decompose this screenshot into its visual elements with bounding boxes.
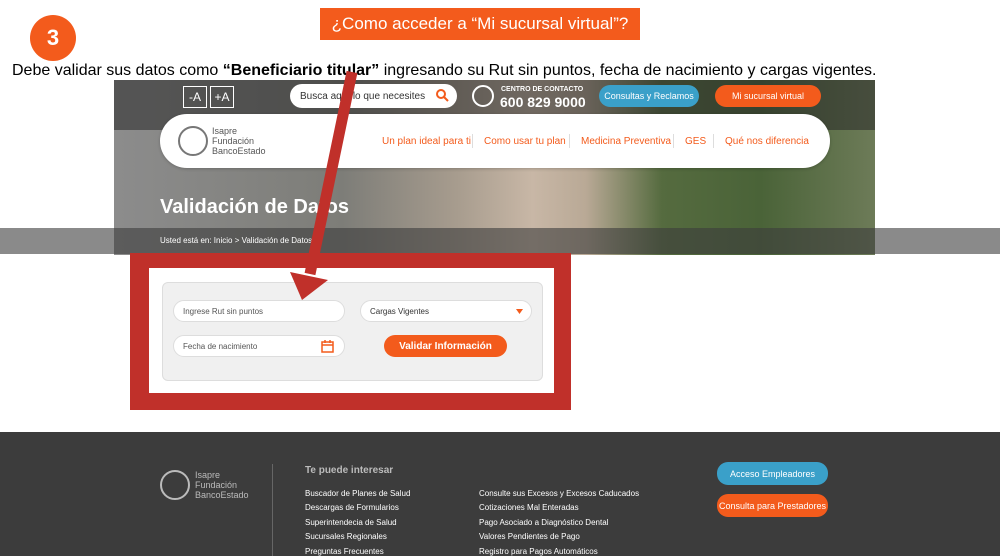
step-number-badge: 3 xyxy=(30,15,76,61)
mi-sucursal-virtual-button[interactable]: Mi sucursal virtual xyxy=(715,85,821,107)
validation-form xyxy=(162,282,543,381)
footer-link[interactable]: Descargas de Formularios xyxy=(305,503,399,512)
nav-separator xyxy=(472,134,473,148)
footer-link[interactable]: Superintendecia de Salud xyxy=(305,518,397,527)
nav-item-como-usar[interactable]: Como usar tu plan xyxy=(484,136,566,147)
search-placeholder: Busca aquí lo que necesites xyxy=(300,90,426,102)
footer-link[interactable]: Valores Pendientes de Pago xyxy=(479,532,580,541)
contact-label: CENTRO DE CONTACTO xyxy=(501,86,584,93)
font-smaller-button[interactable]: -A xyxy=(183,86,207,108)
consultas-reclamos-button[interactable]: Consultas y Reclamos xyxy=(599,85,699,107)
nav-item-medicina-preventiva[interactable]: Medicina Preventiva xyxy=(581,136,671,147)
fecha-placeholder: Fecha de nacimiento xyxy=(183,341,258,351)
footer-divider xyxy=(272,464,273,556)
slide-title: ¿Como acceder a “Mi sucursal virtual”? xyxy=(320,8,640,40)
page-title: Validación de Datos xyxy=(160,196,349,218)
footer-link[interactable]: Buscador de Planes de Salud xyxy=(305,489,410,498)
footer-link[interactable]: Consulte sus Excesos y Excesos Caducados xyxy=(479,489,639,498)
search-icon[interactable] xyxy=(435,88,449,102)
instruction-text: Debe validar sus datos como “Beneficiari… xyxy=(12,62,1000,80)
phone-icon xyxy=(472,85,494,107)
nav-item-que-nos-diferencia[interactable]: Qué nos diferencia xyxy=(725,136,809,147)
fecha-nacimiento-input[interactable]: Fecha de nacimiento xyxy=(173,335,345,357)
main-nav: Isapre Fundación BancoEstado Un plan ide… xyxy=(160,114,830,168)
footer-link[interactable]: Sucursales Regionales xyxy=(305,532,387,541)
brand-logo-icon xyxy=(178,126,208,156)
brand-line-1: Isapre xyxy=(212,126,238,136)
caret-down-icon xyxy=(516,309,523,314)
nav-separator xyxy=(569,134,570,148)
footer-link[interactable]: Registro para Pagos Automáticos xyxy=(479,547,598,556)
nav-separator xyxy=(713,134,714,148)
brand-line-3: BancoEstado xyxy=(212,146,266,156)
instruction-suffix: ingresando su Rut sin puntos, fecha de n… xyxy=(379,62,877,79)
cargas-selected-value: Cargas Vigentes xyxy=(370,306,429,316)
instruction-bold: “Beneficiario titular” xyxy=(222,62,380,79)
footer-link[interactable]: Pago Asociado a Diagnóstico Dental xyxy=(479,518,608,527)
brand-line-2: Fundación xyxy=(212,136,255,146)
footer-heading: Te puede interesar xyxy=(305,465,394,476)
footer-logo-text: Isapre Fundación BancoEstado xyxy=(195,470,249,500)
consulta-prestadores-button[interactable]: Consulta para Prestadores xyxy=(717,494,828,517)
footer-brand-line-3: BancoEstado xyxy=(195,490,249,500)
breadcrumb: Usted está en: Inicio > Validación de Da… xyxy=(160,236,313,245)
nav-separator xyxy=(673,134,674,148)
rut-input[interactable]: Ingrese Rut sin puntos xyxy=(173,300,345,322)
search-input[interactable]: Busca aquí lo que necesites xyxy=(290,84,457,108)
rut-placeholder: Ingrese Rut sin puntos xyxy=(183,306,264,316)
nav-item-plan-ideal[interactable]: Un plan ideal para ti xyxy=(382,136,471,147)
validar-informacion-button[interactable]: Validar Información xyxy=(384,335,507,357)
acceso-empleadores-button[interactable]: Acceso Empleadores xyxy=(717,462,828,485)
footer-link[interactable]: Cotizaciones Mal Enteradas xyxy=(479,503,579,512)
footer-link[interactable]: Preguntas Frecuentes xyxy=(305,547,384,556)
footer-brand-line-1: Isapre xyxy=(195,470,221,480)
breadcrumb-bar xyxy=(0,228,1000,254)
instruction-prefix: Debe validar sus datos como xyxy=(12,62,223,79)
brand-logo-text: Isapre Fundación BancoEstado xyxy=(212,126,266,156)
calendar-icon[interactable] xyxy=(321,340,334,353)
contact-phone: 600 829 9000 xyxy=(500,94,586,110)
nav-item-ges[interactable]: GES xyxy=(685,136,706,147)
font-larger-button[interactable]: +A xyxy=(210,86,234,108)
footer-brand-line-2: Fundación xyxy=(195,480,238,490)
footer-logo-icon xyxy=(160,470,190,500)
cargas-select[interactable]: Cargas Vigentes xyxy=(360,300,532,322)
